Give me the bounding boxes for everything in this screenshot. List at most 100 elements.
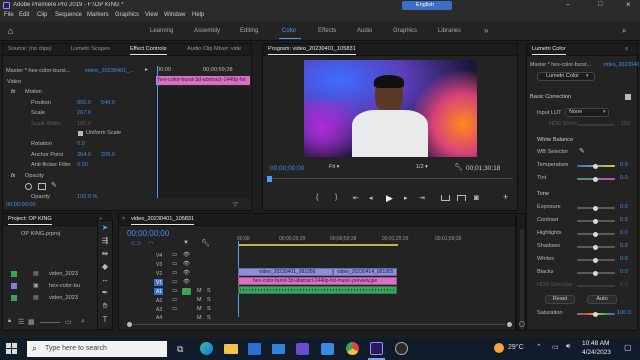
weather-icon[interactable] [494, 343, 504, 353]
tone-row-value[interactable]: 0.0 [620, 230, 628, 236]
position-x-value[interactable]: 960.0 [77, 100, 91, 106]
project-item-2[interactable]: ▤ video_2023 [9, 293, 109, 304]
minimize-button[interactable]: – [566, 1, 570, 8]
workspace-tab-audio[interactable]: Audio [357, 28, 372, 34]
language-badge[interactable]: English [402, 1, 452, 10]
toggle-sync-lock-icon[interactable]: ▭ [172, 306, 177, 312]
snap-icon[interactable]: ⊂⊃ [131, 240, 141, 247]
lock-icon[interactable]: 🔒︎ [8, 318, 11, 325]
workspace-tab-effects[interactable]: Effects [318, 28, 336, 34]
track-a3-label[interactable]: A3 [156, 307, 162, 313]
store-icon[interactable] [248, 343, 261, 355]
file-explorer-icon[interactable] [224, 344, 238, 354]
toggle-sync-lock-icon[interactable]: ▭ [172, 288, 177, 294]
mark-out-button[interactable]: } [335, 194, 337, 201]
scrollbar-handle-left[interactable] [127, 322, 132, 327]
tint-value[interactable]: 0.0 [620, 175, 628, 181]
search-icon[interactable]: ⌕ [622, 26, 626, 36]
timeline-settings-icon[interactable]: 🔧︎ [201, 239, 210, 247]
scale-value[interactable]: 267.0 [77, 110, 91, 116]
ripple-edit-tool-icon[interactable]: ⇹ [100, 249, 110, 259]
slip-tool-icon[interactable]: ↔ [100, 275, 110, 285]
close-sequence-icon[interactable]: × [122, 216, 125, 222]
taskbar-search-box[interactable]: ⌕ Type here to search [27, 341, 167, 357]
tone-row-slider[interactable] [577, 244, 615, 250]
workspace-tab-graphics[interactable]: Graphics [393, 28, 417, 34]
weather-temperature[interactable]: 29°C [508, 344, 524, 351]
extract-icon[interactable] [457, 195, 466, 201]
wrench-icon[interactable]: 🔧︎ [454, 163, 463, 171]
v2-clip-0[interactable]: video_20230401_081956 [238, 268, 333, 276]
voiceover-record-button[interactable] [182, 288, 191, 295]
tab-audio-clip-mixer[interactable]: Audio Clip Mixer: vide [187, 46, 241, 52]
pen-tool-icon[interactable]: ✒ [100, 288, 110, 298]
volume-icon[interactable]: 🔊︎ [566, 343, 570, 351]
zoom-slider[interactable] [40, 322, 60, 323]
filter-icon[interactable]: ▽ [233, 201, 238, 208]
toggle-track-output-icon[interactable]: 👁︎ [183, 252, 190, 258]
tone-row-value[interactable]: 0.0 [620, 204, 628, 210]
uniform-scale-checkbox[interactable] [78, 131, 83, 136]
close-button[interactable]: × [626, 0, 631, 9]
track-v4-label[interactable]: V4 [156, 253, 162, 259]
solo-button[interactable]: S [207, 315, 211, 321]
mark-in-button[interactable]: { [316, 194, 318, 201]
tone-row-slider-knob[interactable] [593, 244, 598, 250]
saturation-value[interactable]: 100.0 [617, 310, 631, 316]
solo-button[interactable]: S [207, 288, 211, 294]
go-to-out-button[interactable]: ⇥ [419, 194, 425, 202]
media-player-icon[interactable] [296, 343, 309, 355]
menu-clip[interactable]: Clip [37, 12, 47, 18]
work-area-bar[interactable] [238, 244, 398, 246]
solo-button[interactable]: S [207, 306, 211, 312]
tone-row-slider[interactable] [577, 257, 615, 263]
tone-row-slider[interactable] [577, 231, 615, 237]
lumetri-title[interactable]: Lumetri Color [532, 46, 566, 55]
hand-tool-icon[interactable]: ✋︎ [100, 301, 110, 311]
solo-button[interactable]: S [207, 297, 211, 303]
razor-tool-icon[interactable]: ◆ [100, 262, 110, 272]
toggle-track-output-icon[interactable]: 👁︎ [183, 261, 190, 267]
program-scrubber[interactable] [269, 178, 513, 182]
menu-markers[interactable]: Markers [87, 12, 109, 18]
effect-controls-timecode[interactable]: 00;00;00;00 [6, 202, 36, 208]
temperature-slider-knob[interactable] [593, 163, 598, 169]
selection-tool-icon[interactable]: ➤ [100, 223, 110, 233]
new-bin-icon[interactable]: ▭ [65, 318, 72, 326]
track-a1-label[interactable]: A1 [156, 289, 162, 295]
scrollbar-handle-right[interactable] [507, 322, 512, 327]
mute-button[interactable]: M [197, 315, 202, 321]
menu-edit[interactable]: Edit [19, 12, 29, 18]
toggle-sync-lock-icon[interactable]: ▭ [172, 261, 177, 267]
program-monitor-title[interactable]: Program: video_20230401_105831 [268, 46, 356, 55]
eyedropper-icon[interactable]: ✎ [579, 147, 585, 155]
mini-timeline-clip[interactable]: hex-color-burst-3d-abstract-1440p-hd [156, 76, 250, 85]
play-button[interactable]: ▶ [386, 193, 393, 204]
project-item-0[interactable]: ▤ video_2023 [9, 269, 109, 280]
workspace-tab-libraries[interactable]: Libraries [438, 28, 461, 34]
lumetri-master-clip[interactable]: video_2023040 [603, 62, 639, 68]
temperature-slider[interactable] [577, 163, 615, 169]
tray-chevron-icon[interactable]: ⌃ [536, 343, 542, 351]
rotation-value[interactable]: 0.0 [77, 141, 85, 147]
tint-slider-knob[interactable] [593, 176, 598, 182]
workspace-tab-learning[interactable]: Learning [150, 28, 173, 34]
workspace-tab-assembly[interactable]: Assembly [194, 28, 220, 34]
temperature-value[interactable]: 0.0 [620, 162, 628, 168]
notifications-icon[interactable]: ▢ [624, 343, 632, 352]
saturation-slider-knob[interactable] [593, 311, 598, 317]
linked-selection-icon[interactable]: ∩ [149, 240, 153, 246]
tint-slider[interactable] [577, 176, 615, 182]
play-only-audio-icon[interactable]: ▸ [145, 66, 148, 73]
timeline-timecode[interactable]: 00;00;00;00 [127, 229, 169, 238]
tone-row-value[interactable]: 0.0 [620, 243, 628, 249]
fit-dropdown[interactable]: Fit ▾ [329, 164, 355, 173]
reset-button[interactable]: Reset [545, 295, 575, 304]
fx-opacity-label[interactable]: Opacity [25, 173, 44, 179]
v2-clip-1[interactable]: video_20230414_081955 [333, 268, 397, 276]
network-icon[interactable]: ▭ [552, 343, 559, 351]
track-v3-label[interactable]: V3 [156, 262, 162, 268]
mail-icon[interactable] [272, 344, 285, 354]
lumetri-menu-icon[interactable]: ≡ [625, 46, 628, 52]
premiere-taskbar-icon[interactable] [370, 342, 383, 355]
